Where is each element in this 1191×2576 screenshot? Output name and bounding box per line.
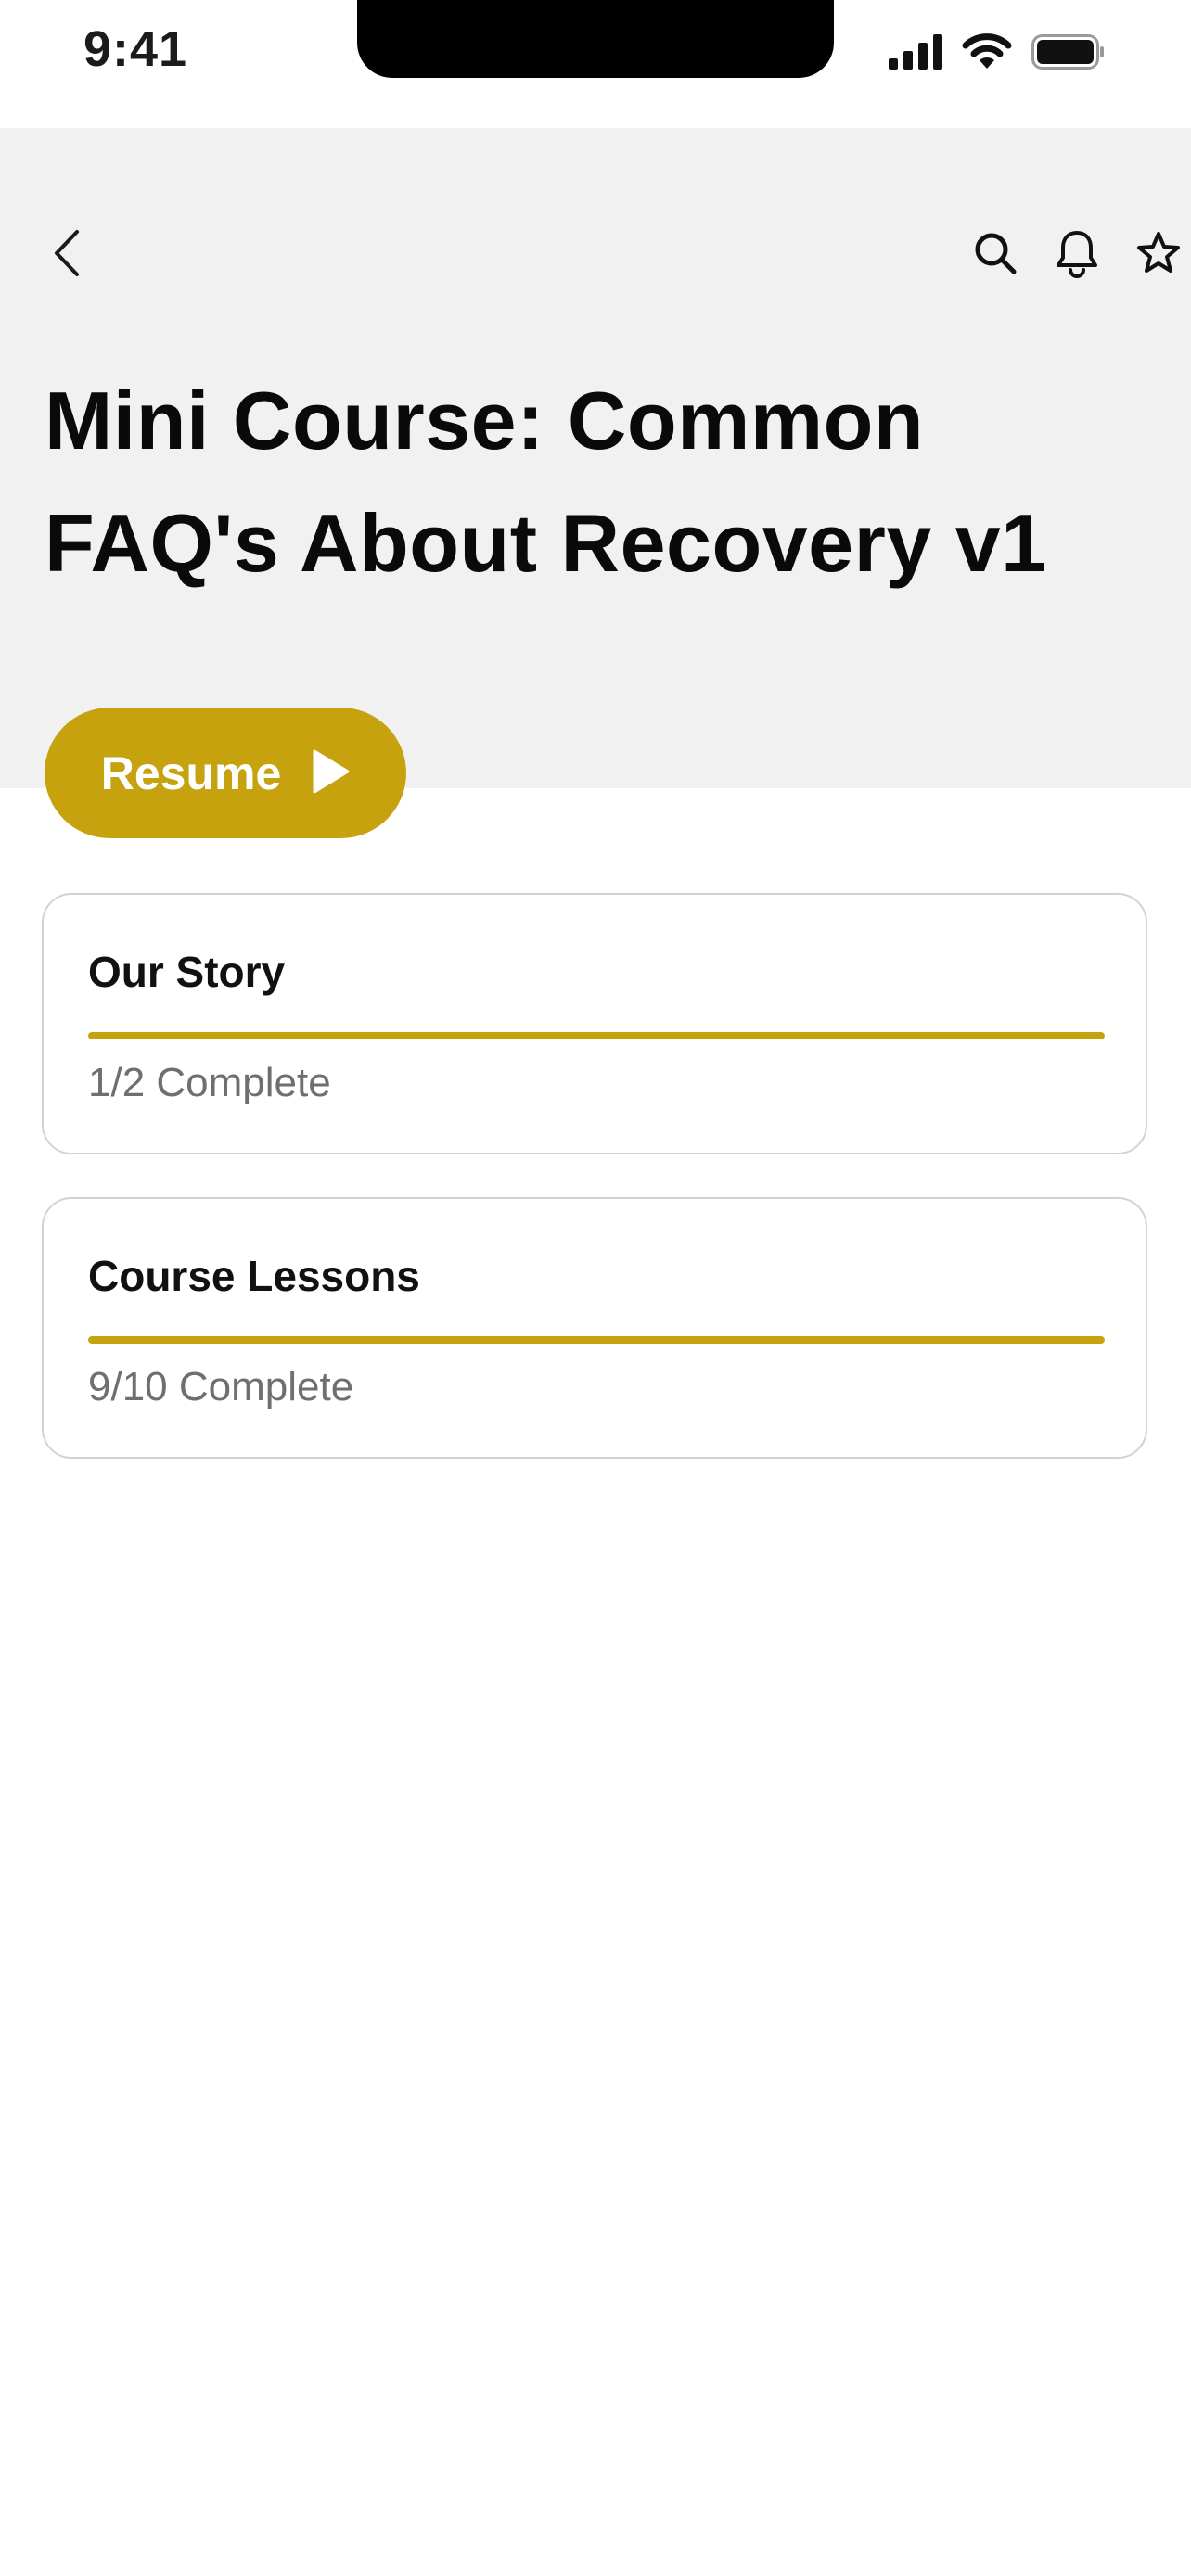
header-actions [946,223,1191,287]
course-detail-screen: 9:41 Mini Course: Common FAQ's About Rec… [0,0,1191,2576]
star-icon [1135,230,1182,281]
resume-button-label: Resume [100,746,282,799]
section-card[interactable]: Our Story 1/2 Complete [42,893,1147,1154]
search-icon [972,230,1018,281]
status-bar: 9:41 [0,0,1191,128]
notifications-button[interactable] [1044,223,1109,287]
battery-icon [1031,34,1106,74]
section-progress-bar [88,1336,1105,1344]
section-progress-fill [88,1032,1105,1039]
section-title: Our Story [88,948,286,996]
status-time: 9:41 [83,21,188,77]
resume-button[interactable]: Resume [45,708,406,838]
search-button[interactable] [963,223,1028,287]
favorite-button[interactable] [1126,223,1191,287]
cellular-signal-icon [889,34,942,74]
status-icons [889,33,1106,75]
bell-icon [1055,228,1099,283]
device-notch [357,0,834,78]
section-progress-bar [88,1032,1105,1039]
section-title: Course Lessons [88,1252,420,1300]
wifi-icon [961,33,1013,75]
section-progress-fill [88,1336,1105,1344]
play-icon [313,749,350,797]
back-button[interactable] [41,221,93,289]
section-completion-status: 9/10 Complete [88,1364,354,1409]
section-card[interactable]: Course Lessons 9/10 Complete [42,1197,1147,1459]
chevron-left-icon [51,228,83,283]
course-title: Mini Course: Common FAQ's About Recovery… [45,375,1047,589]
section-completion-status: 1/2 Complete [88,1060,331,1105]
